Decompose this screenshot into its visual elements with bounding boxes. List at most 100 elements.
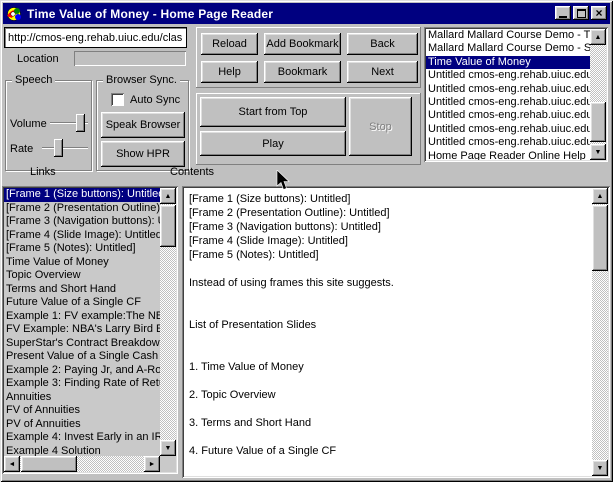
history-scrollbar[interactable]: ▲ ▼ bbox=[590, 29, 606, 160]
location-field bbox=[74, 51, 186, 66]
links-list-item[interactable]: Example 3: Finding Rate of Return bbox=[4, 377, 160, 391]
contents-line: List of Presentation Slides bbox=[187, 318, 592, 332]
volume-slider[interactable] bbox=[50, 114, 88, 132]
links-hscrollbar-thumb[interactable] bbox=[21, 456, 77, 472]
close-button[interactable]: × bbox=[591, 6, 607, 20]
contents-scrollbar[interactable]: ▲ ▼ bbox=[592, 188, 608, 476]
contents-line: [Frame 5 (Notes): Untitled] bbox=[187, 248, 592, 262]
links-list-item[interactable]: [Frame 4 (Slide Image): Untitled] bbox=[4, 229, 160, 243]
history-rows: Mallard Mallard Course Demo - TiMallard … bbox=[426, 29, 590, 160]
links-list-item[interactable]: Time Value of Money bbox=[4, 256, 160, 270]
contents-scrollbar-thumb[interactable] bbox=[592, 205, 608, 271]
links-list-item[interactable]: Example 2: Paying Jr, and A-Rod bbox=[4, 364, 160, 378]
links-list-item[interactable]: FV Example: NBA's Larry Bird Ex bbox=[4, 323, 160, 337]
history-scroll-down-icon[interactable]: ▼ bbox=[590, 144, 606, 160]
play-button[interactable]: Play bbox=[200, 131, 346, 156]
history-list-item[interactable]: Untitled cmos-eng.rehab.uiuc.edu bbox=[426, 123, 590, 136]
url-input[interactable] bbox=[4, 27, 187, 48]
add-bookmark-button[interactable]: Add Bookmark bbox=[264, 33, 341, 55]
contents-line bbox=[187, 402, 592, 416]
contents-line: [Frame 4 (Slide Image): Untitled] bbox=[187, 234, 592, 248]
history-list-item[interactable]: Time Value of Money bbox=[426, 56, 590, 69]
title-bar[interactable]: Time Value of Money - Home Page Reader × bbox=[3, 3, 610, 24]
links-list-item[interactable]: Example 1: FV example:The NBA bbox=[4, 310, 160, 324]
browser-sync-group: Browser Sync. Auto Sync Speak Browser Sh… bbox=[96, 80, 189, 171]
contents-scroll-up-icon[interactable]: ▲ bbox=[592, 188, 608, 204]
links-list-item[interactable]: PV of Annuities bbox=[4, 418, 160, 432]
speak-browser-button[interactable]: Speak Browser bbox=[101, 112, 185, 138]
links-list-item[interactable]: [Frame 3 (Navigation buttons): Untitled] bbox=[4, 215, 160, 229]
links-list-item[interactable]: [Frame 5 (Notes): Untitled] bbox=[4, 242, 160, 256]
links-scroll-right-icon[interactable]: ► bbox=[144, 456, 160, 472]
links-list-item[interactable]: [Frame 1 (Size buttons): Untitled] bbox=[4, 188, 160, 202]
auto-sync-checkbox[interactable] bbox=[111, 93, 124, 106]
volume-slider-thumb[interactable] bbox=[76, 114, 85, 132]
bookmark-button[interactable]: Bookmark bbox=[264, 61, 341, 83]
history-list-item[interactable]: Untitled cmos-eng.rehab.uiuc.edu bbox=[426, 69, 590, 82]
history-list-item[interactable]: Untitled cmos-eng.rehab.uiuc.edu bbox=[426, 96, 590, 109]
next-button[interactable]: Next bbox=[347, 61, 418, 83]
location-label: Location bbox=[17, 53, 59, 65]
links-list-item[interactable]: Future Value of a Single CF bbox=[4, 296, 160, 310]
rate-slider[interactable] bbox=[42, 139, 88, 157]
contents-line bbox=[187, 304, 592, 318]
history-list-item[interactable]: Mallard Mallard Course Demo - St bbox=[426, 42, 590, 55]
contents-line: 2. Topic Overview bbox=[187, 388, 592, 402]
contents-line bbox=[187, 332, 592, 346]
links-list-item[interactable]: Example 4 Solution bbox=[4, 445, 160, 457]
browser-sync-group-label: Browser Sync. bbox=[103, 74, 180, 86]
links-scroll-up-icon[interactable]: ▲ bbox=[160, 188, 176, 204]
stop-button[interactable]: Stop bbox=[349, 97, 412, 156]
links-list-item[interactable]: Annuities bbox=[4, 391, 160, 405]
contents-panel: [Frame 1 (Size buttons): Untitled] [Frame… bbox=[182, 186, 610, 478]
links-label: Links bbox=[30, 166, 56, 178]
contents-scroll-down-icon[interactable]: ▼ bbox=[592, 460, 608, 476]
links-list-item[interactable]: [Frame 2 (Presentation Outline): Untitle… bbox=[4, 202, 160, 216]
links-list-item[interactable]: Topic Overview bbox=[4, 269, 160, 283]
links-list-item[interactable]: Example 4: Invest Early in an IRA bbox=[4, 431, 160, 445]
app-window: Time Value of Money - Home Page Reader ×… bbox=[0, 0, 613, 482]
history-list-item[interactable]: Mallard Mallard Course Demo - Ti bbox=[426, 29, 590, 42]
links-hscrollbar[interactable]: ◄ ► bbox=[4, 456, 160, 472]
links-vscrollbar-thumb[interactable] bbox=[160, 205, 176, 247]
links-rows: [Frame 1 (Size buttons): Untitled][Frame… bbox=[4, 188, 160, 456]
reload-button[interactable]: Reload bbox=[201, 33, 258, 55]
links-list-item[interactable]: FV of Annuities bbox=[4, 404, 160, 418]
rate-slider-track[interactable] bbox=[42, 147, 88, 149]
history-list-item[interactable]: Untitled cmos-eng.rehab.uiuc.edu bbox=[426, 83, 590, 96]
contents-line: 3. Terms and Short Hand bbox=[187, 416, 592, 430]
back-button[interactable]: Back bbox=[347, 33, 418, 55]
contents-line bbox=[187, 262, 592, 276]
links-scroll-down-icon[interactable]: ▼ bbox=[160, 440, 176, 456]
minimize-button[interactable] bbox=[555, 6, 571, 20]
app-icon bbox=[6, 6, 22, 22]
links-list-item[interactable]: Present Value of a Single Cash F bbox=[4, 350, 160, 364]
contents-rows: [Frame 1 (Size buttons): Untitled] [Frame… bbox=[187, 192, 592, 476]
show-hpr-button[interactable]: Show HPR bbox=[101, 141, 185, 167]
rate-slider-thumb[interactable] bbox=[54, 139, 63, 157]
start-from-top-button[interactable]: Start from Top bbox=[200, 97, 346, 127]
links-list-item[interactable]: Terms and Short Hand bbox=[4, 283, 160, 297]
help-button[interactable]: Help bbox=[201, 61, 258, 83]
links-scroll-left-icon[interactable]: ◄ bbox=[4, 456, 20, 472]
history-list-item[interactable]: Untitled cmos-eng.rehab.uiuc.edu bbox=[426, 109, 590, 122]
minimize-icon bbox=[559, 9, 567, 18]
links-listbox: [Frame 1 (Size buttons): Untitled][Frame… bbox=[2, 186, 178, 474]
history-scrollbar-thumb[interactable] bbox=[590, 102, 606, 142]
history-list-item[interactable]: Home Page Reader Online Help bbox=[426, 150, 590, 160]
contents-line bbox=[187, 290, 592, 304]
volume-label: Volume bbox=[10, 118, 47, 130]
links-vscrollbar[interactable]: ▲ ▼ bbox=[160, 188, 176, 456]
contents-line: [Frame 1 (Size buttons): Untitled] bbox=[187, 192, 592, 206]
maximize-button[interactable] bbox=[573, 6, 589, 20]
contents-line: 1. Time Value of Money bbox=[187, 360, 592, 374]
history-list-item[interactable]: Untitled cmos-eng.rehab.uiuc.edu bbox=[426, 136, 590, 149]
links-list-item[interactable]: SuperStar's Contract Breakdown bbox=[4, 337, 160, 351]
contents-line: [Frame 3 (Navigation buttons): Untitled] bbox=[187, 220, 592, 234]
contents-line bbox=[187, 374, 592, 388]
auto-sync-label: Auto Sync bbox=[130, 94, 180, 106]
history-scroll-up-icon[interactable]: ▲ bbox=[590, 29, 606, 45]
contents-label: Contents bbox=[170, 166, 214, 178]
contents-line: 4. Future Value of a Single CF bbox=[187, 444, 592, 458]
contents-line bbox=[187, 346, 592, 360]
